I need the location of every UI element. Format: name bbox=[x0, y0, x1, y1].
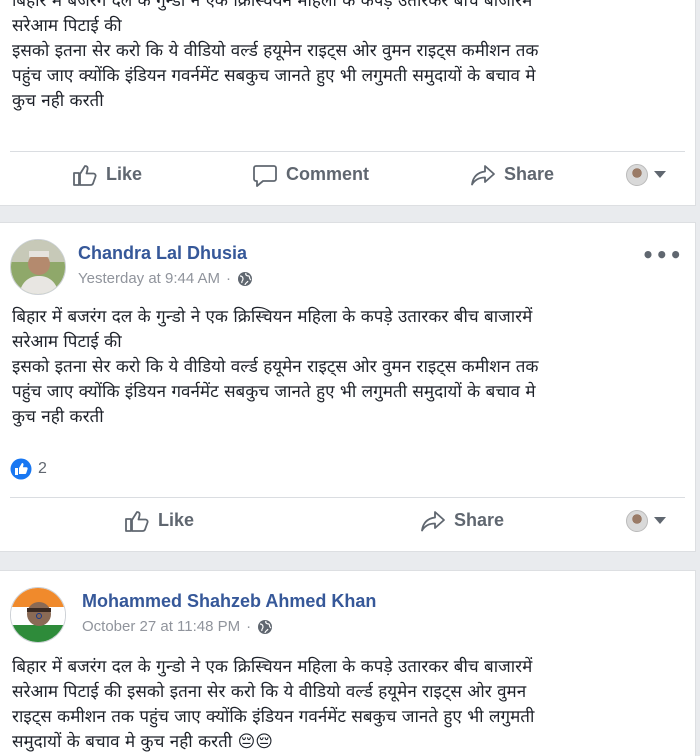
avatar bbox=[626, 509, 648, 532]
post-text-line: इसको इतना सेर करो कि ये वीडियो वर्ल्ड हय… bbox=[12, 41, 539, 61]
dot-separator: · bbox=[226, 270, 232, 287]
timestamp[interactable]: October 27 at 11:48 PM bbox=[82, 618, 240, 635]
like-reaction-icon bbox=[10, 458, 32, 480]
post-text-line: सरेआम पिटाई की bbox=[12, 16, 122, 36]
like-button[interactable]: Like bbox=[72, 163, 142, 187]
timestamp[interactable]: Yesterday at 9:44 AM bbox=[78, 270, 220, 287]
avatar bbox=[626, 163, 648, 186]
post-text: बिहार में बजरंग दल के गुन्डो ने एक क्रिस… bbox=[0, 305, 690, 430]
profile-photo bbox=[11, 588, 65, 642]
author-name[interactable]: Mohammed Shahzeb Ahmed Khan bbox=[82, 591, 376, 612]
post-header: Mohammed Shahzeb Ahmed Khan October 27 a… bbox=[10, 587, 376, 643]
post-actions-bar: Like Share bbox=[10, 497, 685, 543]
share-button[interactable]: Share bbox=[470, 163, 554, 187]
post-text-line: राइट्स कमीशन तक पहुंच जाए क्योंकि इंडियन… bbox=[12, 707, 535, 727]
like-button[interactable]: Like bbox=[124, 509, 194, 533]
post-text: बिहार में बजरंग दल के गुन्डो ने एक क्रिस… bbox=[0, 0, 690, 114]
thumbs-up-icon bbox=[73, 164, 97, 186]
post-text-line: बिहार में बजरंग दल के गुन्डो ने एक क्रिस… bbox=[12, 0, 533, 11]
post-text-line: कुच नही करती bbox=[12, 91, 104, 111]
post-text-line: कुच नही करती bbox=[12, 407, 104, 427]
thumbs-up-icon bbox=[125, 510, 149, 532]
share-label: Share bbox=[504, 164, 555, 184]
share-button[interactable]: Share bbox=[420, 509, 504, 533]
globe-icon bbox=[258, 619, 273, 634]
post-meta: October 27 at 11:48 PM · bbox=[82, 618, 376, 635]
post-card: बिहार में बजरंग दल के गुन्डो ने एक क्रिस… bbox=[0, 0, 696, 206]
avatar[interactable] bbox=[10, 587, 66, 643]
post-text-line: समुदायों के बचाव मे कुच नही करती 😔😔 bbox=[12, 732, 274, 752]
audience-chooser[interactable] bbox=[626, 509, 666, 532]
globe-icon bbox=[238, 271, 253, 286]
profile-photo bbox=[11, 240, 65, 294]
chevron-down-icon bbox=[654, 517, 666, 524]
reaction-count: 2 bbox=[38, 460, 47, 477]
like-label: Like bbox=[106, 164, 143, 184]
like-label: Like bbox=[158, 510, 195, 530]
comment-label: Comment bbox=[286, 164, 370, 184]
post-text-line: इसको इतना सेर करो कि ये वीडियो वर्ल्ड हय… bbox=[12, 357, 539, 377]
reaction-summary[interactable]: 2 bbox=[10, 458, 47, 480]
share-label: Share bbox=[454, 510, 505, 530]
post-actions-bar: Like Comment Share bbox=[10, 151, 685, 197]
audience-chooser[interactable] bbox=[626, 163, 666, 186]
post-text-line: सरेआम पिटाई की इसको इतना सेर करो कि ये व… bbox=[12, 682, 527, 702]
more-options-button[interactable]: ••• bbox=[642, 243, 683, 267]
avatar[interactable] bbox=[10, 239, 66, 295]
chevron-down-icon bbox=[654, 171, 666, 178]
post-text-line: पहुंच जाए क्योंकि इंडियन गवर्नमेंट सबकुच… bbox=[12, 382, 536, 402]
post-meta: Yesterday at 9:44 AM · bbox=[78, 270, 253, 287]
dot-separator: · bbox=[246, 618, 252, 635]
share-icon bbox=[471, 164, 495, 185]
post-text: बिहार में बजरंग दल के गुन्डो ने एक क्रिस… bbox=[0, 655, 690, 755]
post-text-line: पहुंच जाए क्योंकि इंडियन गवर्नमेंट सबकुच… bbox=[12, 66, 536, 86]
post-card: Mohammed Shahzeb Ahmed Khan October 27 a… bbox=[0, 570, 696, 756]
comment-button[interactable]: Comment bbox=[252, 163, 369, 187]
author-name[interactable]: Chandra Lal Dhusia bbox=[78, 243, 253, 264]
comment-icon bbox=[253, 164, 277, 187]
post-header: Chandra Lal Dhusia Yesterday at 9:44 AM … bbox=[10, 239, 253, 295]
post-text-line: बिहार में बजरंग दल के गुन्डो ने एक क्रिस… bbox=[12, 657, 533, 677]
post-text-line: बिहार में बजरंग दल के गुन्डो ने एक क्रिस… bbox=[12, 307, 533, 327]
share-icon bbox=[421, 510, 445, 531]
post-text-line: सरेआम पिटाई की bbox=[12, 332, 122, 352]
post-card: Chandra Lal Dhusia Yesterday at 9:44 AM … bbox=[0, 222, 696, 552]
